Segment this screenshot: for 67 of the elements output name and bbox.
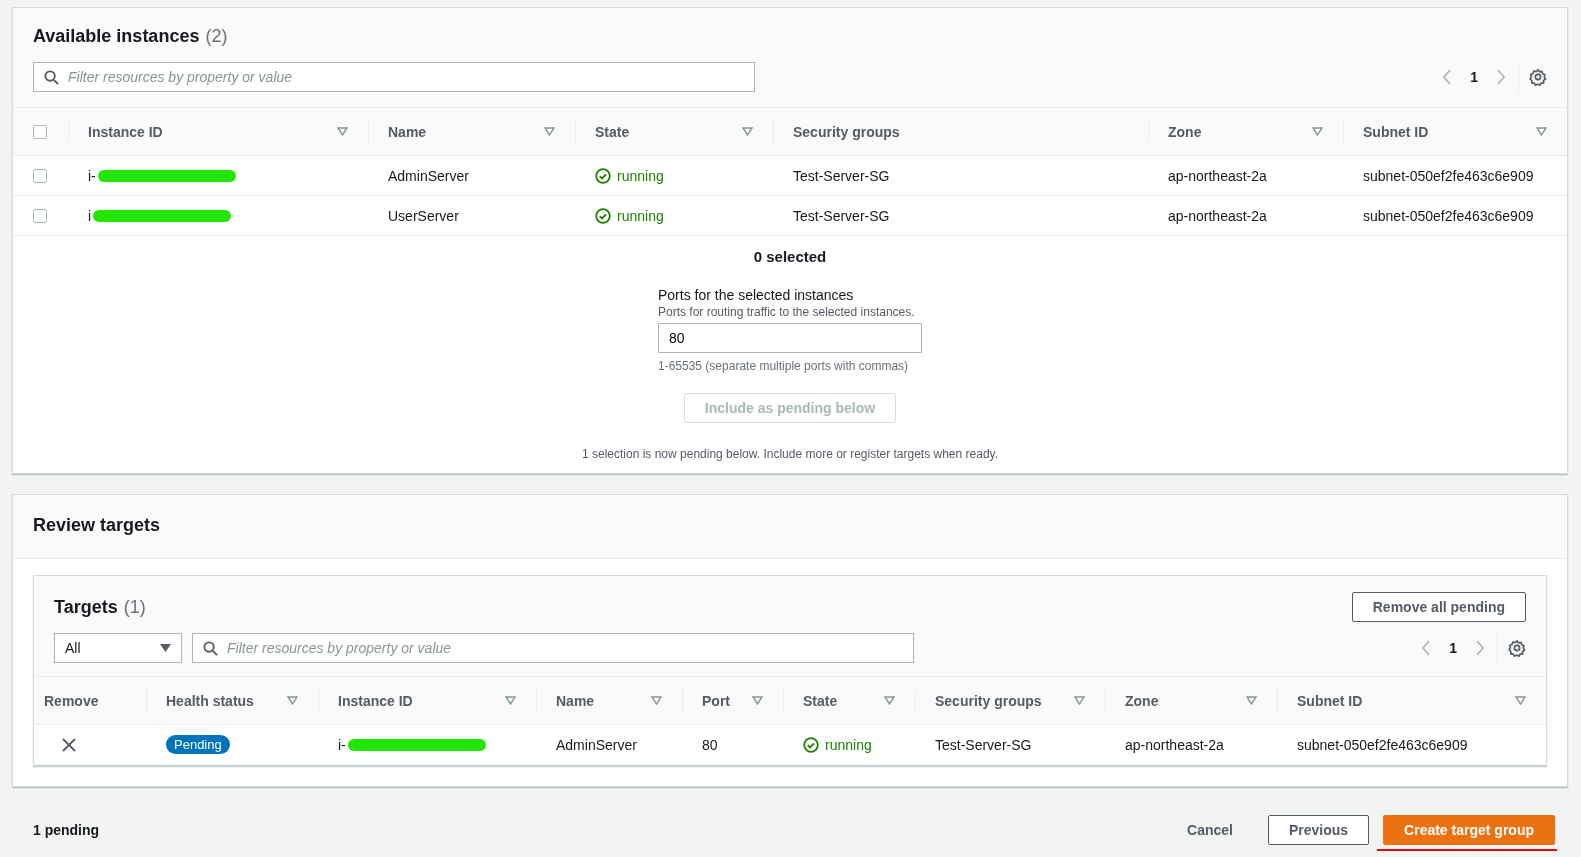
panel-title: Review targets xyxy=(33,515,161,536)
check-circle-icon xyxy=(803,736,819,753)
sort-icon[interactable] xyxy=(287,696,298,705)
table-cell: Test-Server-SG xyxy=(793,207,890,224)
pending-note: 1 selection is now pending below. Include more or register targets when ready. xyxy=(582,447,998,461)
sort-icon[interactable] xyxy=(742,127,753,136)
next-page-icon[interactable] xyxy=(1496,69,1506,85)
table-cell: UserServer xyxy=(388,207,459,224)
instance-id: i- xyxy=(338,736,346,753)
search-field[interactable]: Filter resources by property or value xyxy=(192,633,914,663)
instance-id: i- xyxy=(88,167,96,184)
instance-count: (2) xyxy=(205,26,228,47)
table-cell: subnet-050ef2fe463c6e909 xyxy=(1363,167,1534,184)
filter-dropdown[interactable]: All xyxy=(54,633,182,663)
instance-id: i xyxy=(88,207,92,224)
sort-icon[interactable] xyxy=(752,696,763,705)
sort-icon[interactable] xyxy=(337,127,348,136)
table-cell: 80 xyxy=(702,736,718,753)
table-cell: subnet-050ef2fe463c6e909 xyxy=(1297,736,1468,753)
state-text: running xyxy=(617,207,664,224)
panel-title: Targets xyxy=(54,596,118,618)
settings-icon[interactable] xyxy=(1508,639,1526,657)
target-count: (1) xyxy=(123,596,146,618)
field-description: Ports for routing traffic to the selected instances. xyxy=(658,305,916,320)
table-cell: Test-Server-SG xyxy=(793,167,890,184)
sort-icon[interactable] xyxy=(884,696,895,705)
caret-icon xyxy=(160,644,171,652)
table-cell: ap-northeast-2a xyxy=(1168,167,1267,184)
page-number[interactable]: 1 xyxy=(1462,69,1486,85)
selected-count: 0 selected xyxy=(753,248,827,265)
table-cell: Test-Server-SG xyxy=(935,736,1032,753)
previous-button[interactable]: Previous xyxy=(1267,815,1370,845)
row-checkbox[interactable] xyxy=(33,168,47,183)
panel-title: Available instances xyxy=(33,26,200,47)
health-status-badge: Pending xyxy=(166,735,230,754)
pending-count: 1 pending xyxy=(33,822,100,838)
table-cell: subnet-050ef2fe463c6e909 xyxy=(1363,207,1534,224)
field-label: Ports for the selected instances xyxy=(658,287,855,303)
table-cell: ap-northeast-2a xyxy=(1168,207,1267,224)
field-hint: 1-65535 (separate multiple ports with commas) xyxy=(658,359,910,373)
previous-page-icon[interactable] xyxy=(1442,69,1453,85)
table-cell: ap-northeast-2a xyxy=(1125,736,1224,753)
search-field[interactable]: Filter resources by property or value xyxy=(33,62,755,92)
ports-field[interactable]: 80 xyxy=(658,323,922,353)
state-text: running xyxy=(825,736,872,753)
state-text: running xyxy=(617,167,664,184)
sort-icon[interactable] xyxy=(1536,127,1547,136)
sort-icon[interactable] xyxy=(1074,696,1085,705)
sort-icon[interactable] xyxy=(651,696,662,705)
sort-icon[interactable] xyxy=(1246,696,1257,705)
check-circle-icon xyxy=(595,167,611,184)
sort-icon[interactable] xyxy=(1312,127,1323,136)
select-all-checkbox[interactable] xyxy=(33,124,47,139)
check-circle-icon xyxy=(595,207,611,224)
page-number[interactable]: 1 xyxy=(1441,640,1465,656)
sort-icon[interactable] xyxy=(544,127,555,136)
close-icon[interactable] xyxy=(62,737,76,752)
sort-icon[interactable] xyxy=(1515,696,1526,705)
table-cell: AdminServer xyxy=(388,167,469,184)
table-cell: AdminServer xyxy=(556,736,637,753)
next-page-icon[interactable] xyxy=(1475,640,1485,656)
previous-page-icon[interactable] xyxy=(1421,640,1432,656)
remove-all-pending-button[interactable]: Remove all pending xyxy=(1351,592,1526,622)
settings-icon[interactable] xyxy=(1529,68,1547,86)
row-checkbox[interactable] xyxy=(33,208,47,223)
sort-icon[interactable] xyxy=(505,696,516,705)
cancel-button[interactable]: Cancel xyxy=(1166,815,1254,845)
